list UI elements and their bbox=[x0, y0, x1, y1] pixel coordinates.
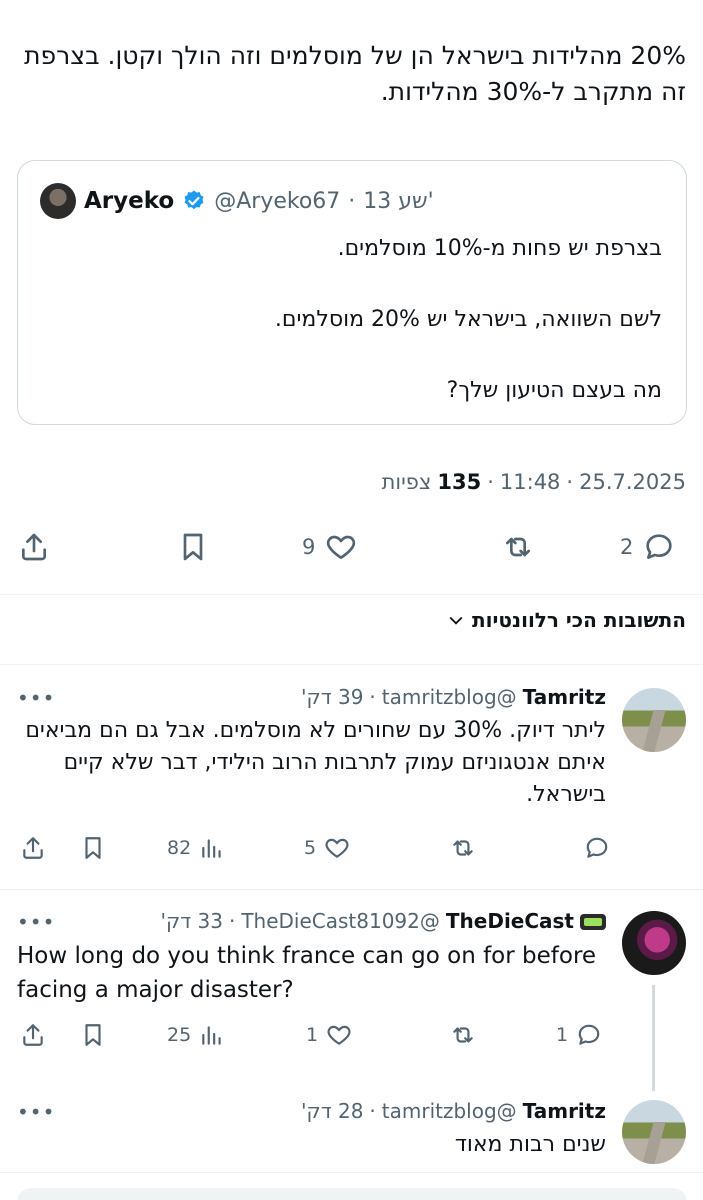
heart-icon bbox=[325, 838, 349, 858]
views-button[interactable]: 25 bbox=[167, 1022, 225, 1048]
more-options-icon[interactable]: ••• bbox=[17, 910, 55, 934]
reply-count: 2 bbox=[620, 535, 634, 559]
reply-author-name[interactable]: Tamritz bbox=[523, 685, 606, 709]
bar-chart-icon bbox=[202, 839, 221, 858]
tweet-text: 20% מהלידות בישראל הן של מוסלמים וזה הול… bbox=[24, 41, 686, 106]
tweet-time[interactable]: 11:48 bbox=[500, 470, 561, 494]
reply-author-name[interactable]: Tamritz bbox=[523, 1099, 606, 1123]
thread-connector-line bbox=[652, 985, 655, 1091]
reply-author-handle[interactable]: @tamritzblog bbox=[382, 1099, 517, 1123]
reply-item[interactable]: TheDieCast @TheDieCast81092 · 33 דק' •••… bbox=[0, 889, 703, 1079]
reply-action-bar: 25 1 1 bbox=[0, 1022, 703, 1054]
quoted-tweet-card[interactable]: Aryeko @Aryeko67 · 13 שע' בצרפת יש פחות … bbox=[17, 160, 687, 425]
reply-time[interactable]: 28 דק' bbox=[301, 1099, 363, 1123]
share-button[interactable] bbox=[20, 1022, 46, 1048]
quoted-author-name[interactable]: Aryeko bbox=[84, 188, 174, 214]
views-button[interactable]: 82 bbox=[167, 835, 225, 861]
share-button[interactable] bbox=[20, 835, 46, 861]
quoted-author-avatar[interactable] bbox=[40, 183, 76, 219]
repost-button[interactable] bbox=[450, 1022, 476, 1048]
quoted-line: בצרפת יש פחות מ-10% מוסלמים. bbox=[337, 236, 662, 261]
heart-icon bbox=[327, 535, 356, 559]
speech-bubble-icon bbox=[578, 1024, 600, 1045]
quoted-line: לשם השוואה, בישראל יש 20% מוסלמים. bbox=[274, 307, 662, 332]
separator-dot: · bbox=[228, 909, 236, 933]
separator-dot: · bbox=[369, 685, 376, 709]
reply-author-handle[interactable]: @tamritzblog bbox=[382, 685, 517, 709]
share-button[interactable] bbox=[18, 531, 50, 563]
quoted-author-handle[interactable]: @Aryeko67 bbox=[214, 189, 340, 214]
tweet-meta: 25.7.2025 · 11:48 · 135 צפיות bbox=[382, 470, 686, 494]
like-button[interactable]: 1 bbox=[306, 1022, 352, 1048]
quoted-tweet-time[interactable]: 13 שע' bbox=[363, 189, 433, 214]
chevron-down-icon bbox=[449, 616, 463, 625]
bookmark-icon bbox=[85, 1024, 101, 1046]
separator-dot: · bbox=[348, 188, 356, 214]
reply-author-handle[interactable]: @TheDieCast81092 bbox=[241, 909, 440, 933]
divider bbox=[0, 594, 703, 595]
repost-arrows-icon bbox=[453, 1027, 473, 1043]
share-upload-icon bbox=[22, 533, 46, 561]
repost-button[interactable] bbox=[450, 835, 476, 861]
bookmark-button[interactable] bbox=[177, 531, 209, 563]
reply-count: 1 bbox=[556, 1024, 569, 1046]
like-button[interactable]: 5 bbox=[304, 835, 350, 861]
reply-action-bar: 82 5 bbox=[0, 835, 703, 867]
bookmark-button[interactable] bbox=[80, 1022, 106, 1048]
views-count[interactable]: 135 bbox=[437, 470, 481, 494]
reply-time[interactable]: 33 דק' bbox=[161, 909, 223, 933]
like-count: 9 bbox=[302, 535, 316, 559]
views-count: 82 bbox=[167, 837, 192, 859]
bookmark-icon bbox=[85, 837, 101, 859]
reply-button[interactable]: 1 bbox=[556, 1022, 602, 1048]
views-count: 25 bbox=[167, 1024, 192, 1046]
reply-text: ליתר דיוק. 30% עם שחורים לא מוסלמים. אבל… bbox=[25, 718, 606, 807]
quoted-tweet-header: Aryeko @Aryeko67 · 13 שע' bbox=[40, 183, 434, 219]
separator-dot: · bbox=[369, 1099, 376, 1123]
more-options-icon[interactable]: ••• bbox=[17, 686, 55, 710]
reply-composer[interactable] bbox=[17, 1188, 687, 1200]
pager-emoji-icon bbox=[580, 914, 606, 930]
like-count: 5 bbox=[304, 837, 317, 859]
speech-bubble-icon bbox=[646, 534, 673, 559]
reply-button[interactable]: 2 bbox=[620, 531, 675, 563]
reply-author-name[interactable]: TheDieCast bbox=[446, 909, 574, 933]
reply-header: TheDieCast @TheDieCast81092 · 33 דק' bbox=[161, 909, 606, 933]
avatar[interactable] bbox=[622, 1100, 686, 1164]
quoted-line: מה בעצם הטיעון שלך? bbox=[446, 378, 662, 403]
share-upload-icon bbox=[23, 837, 43, 859]
quoted-tweet-text: בצרפת יש פחות מ-10% מוסלמים. לשם השוואה,… bbox=[275, 231, 662, 444]
divider bbox=[0, 1172, 703, 1173]
tweet-action-bar: 9 2 bbox=[0, 525, 703, 571]
repost-button[interactable] bbox=[492, 531, 534, 563]
speech-bubble-icon bbox=[586, 837, 608, 858]
share-upload-icon bbox=[23, 1024, 43, 1046]
avatar[interactable] bbox=[622, 688, 686, 752]
separator-dot: · bbox=[566, 470, 574, 494]
reply-header: Tamritz @tamritzblog · 28 דק' bbox=[301, 1099, 606, 1123]
reply-text: How long do you think france can go on f… bbox=[17, 943, 597, 1003]
bar-chart-icon bbox=[202, 1026, 221, 1045]
views-label: צפיות bbox=[381, 470, 432, 494]
tweet-date[interactable]: 25.7.2025 bbox=[579, 470, 686, 494]
repost-arrows-icon bbox=[506, 537, 530, 557]
replies-sort-label: התשובות הכי רלוונטיות bbox=[472, 608, 686, 632]
more-options-icon[interactable]: ••• bbox=[17, 1100, 55, 1124]
reply-time[interactable]: 39 דק' bbox=[301, 685, 363, 709]
bookmark-icon bbox=[183, 533, 203, 561]
reply-text: שנים רבות מאוד bbox=[454, 1132, 606, 1157]
like-button[interactable]: 9 bbox=[302, 531, 357, 563]
reply-header: Tamritz @tamritzblog · 39 דק' bbox=[301, 685, 606, 709]
separator-dot: · bbox=[487, 470, 494, 494]
heart-icon bbox=[327, 1025, 351, 1045]
avatar[interactable] bbox=[622, 911, 686, 975]
reply-item[interactable]: Tamritz @tamritzblog · 28 דק' ••• שנים ר… bbox=[0, 1079, 703, 1173]
replies-sort-dropdown[interactable]: התשובות הכי רלוונטיות bbox=[446, 608, 686, 632]
verified-badge-icon bbox=[184, 190, 204, 210]
bookmark-button[interactable] bbox=[80, 835, 106, 861]
reply-item[interactable]: Tamritz @tamritzblog · 39 דק' ••• ליתר ד… bbox=[0, 664, 703, 890]
reply-button[interactable] bbox=[576, 835, 610, 861]
like-count: 1 bbox=[306, 1024, 319, 1046]
repost-arrows-icon bbox=[453, 840, 473, 856]
